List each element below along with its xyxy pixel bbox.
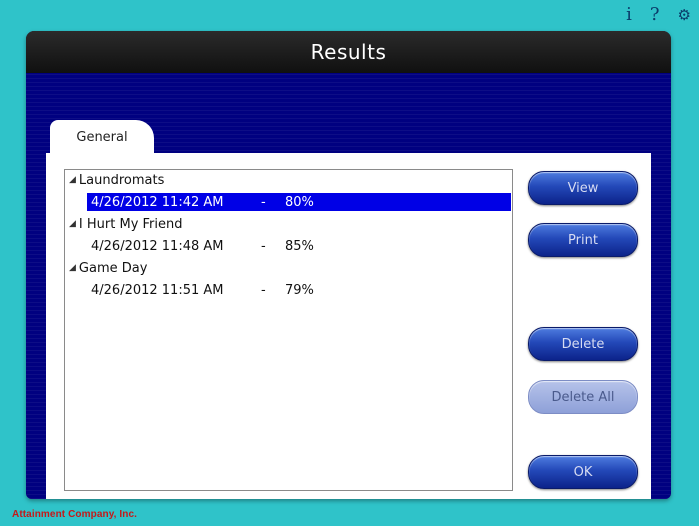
window-title: Results bbox=[310, 40, 387, 64]
result-datetime: 4/26/2012 11:48 AM bbox=[91, 238, 224, 254]
view-button[interactable]: View bbox=[528, 171, 638, 205]
result-separator: - bbox=[261, 194, 266, 210]
info-icon[interactable]: i bbox=[626, 6, 632, 24]
settings-icon[interactable]: ⚙ bbox=[678, 6, 691, 24]
result-score: 79% bbox=[285, 282, 314, 298]
tree-node-label: Game Day bbox=[78, 260, 148, 276]
result-datetime: 4/26/2012 11:51 AM bbox=[91, 282, 224, 298]
results-window: Results General ◢ Laundromats 4/26/2012 … bbox=[26, 31, 671, 499]
tree-result-row[interactable]: 4/26/2012 11:48 AM - 85% bbox=[87, 237, 511, 255]
tree-node-game-day[interactable]: ◢ Game Day bbox=[69, 259, 147, 277]
result-datetime: 4/26/2012 11:42 AM bbox=[91, 194, 224, 210]
result-score: 85% bbox=[285, 238, 314, 254]
tab-general[interactable]: General bbox=[50, 120, 154, 154]
tree-node-label: I Hurt My Friend bbox=[78, 216, 183, 232]
tree-node-i-hurt-my-friend[interactable]: ◢ I Hurt My Friend bbox=[69, 215, 183, 233]
expand-triangle-icon[interactable]: ◢ bbox=[69, 175, 76, 185]
general-panel: ◢ Laundromats 4/26/2012 11:42 AM - 80% ◢… bbox=[46, 153, 651, 499]
results-tree[interactable]: ◢ Laundromats 4/26/2012 11:42 AM - 80% ◢… bbox=[64, 169, 513, 491]
tree-result-row[interactable]: 4/26/2012 11:51 AM - 79% bbox=[87, 281, 511, 299]
result-score: 80% bbox=[285, 194, 314, 210]
print-button[interactable]: Print bbox=[528, 223, 638, 257]
top-toolbar: i ? ⚙ bbox=[626, 4, 691, 26]
result-separator: - bbox=[261, 282, 266, 298]
tree-result-row[interactable]: 4/26/2012 11:42 AM - 80% bbox=[87, 193, 511, 211]
tree-node-laundromats[interactable]: ◢ Laundromats bbox=[69, 171, 164, 189]
window-body: General ◢ Laundromats 4/26/2012 11:42 AM… bbox=[26, 73, 671, 499]
result-separator: - bbox=[261, 238, 266, 254]
expand-triangle-icon[interactable]: ◢ bbox=[69, 263, 76, 273]
ok-button[interactable]: OK bbox=[528, 455, 638, 489]
company-logo: Attainment Company, Inc. bbox=[12, 509, 138, 520]
expand-triangle-icon[interactable]: ◢ bbox=[69, 219, 76, 229]
tree-node-label: Laundromats bbox=[78, 172, 165, 188]
delete-button[interactable]: Delete bbox=[528, 327, 638, 361]
delete-all-button[interactable]: Delete All bbox=[528, 380, 638, 414]
window-titlebar: Results bbox=[26, 31, 671, 73]
help-icon[interactable]: ? bbox=[650, 6, 660, 24]
